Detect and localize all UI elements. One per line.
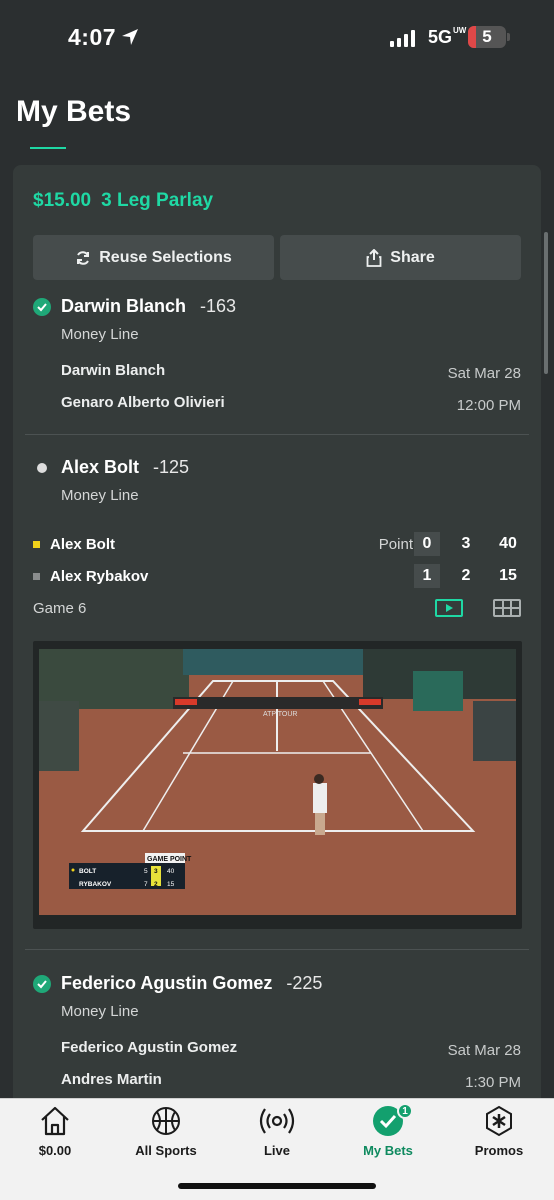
score-label: Point — [378, 535, 413, 553]
check-circle-icon — [33, 974, 51, 993]
divider — [25, 949, 529, 950]
battery-icon: 5 — [468, 26, 506, 48]
home-icon — [41, 1106, 69, 1136]
home-indicator[interactable] — [178, 1183, 376, 1189]
scrollbar[interactable] — [544, 232, 548, 374]
leg-player-2: Genaro Alberto Olivieri — [61, 394, 225, 411]
leg-market: Money Line — [61, 487, 139, 504]
player-marker-icon — [33, 572, 40, 580]
tab-promos[interactable]: Promos — [444, 1105, 554, 1158]
video-row-name: BOLT — [79, 868, 96, 875]
status-bar: 4:07 5GUW 5 — [0, 0, 554, 75]
tab-all-sports[interactable]: All Sports — [111, 1105, 221, 1158]
leg-market: Money Line — [61, 326, 139, 343]
leg-header: Federico Agustin Gomez -225 — [33, 973, 322, 994]
title-underline — [30, 147, 66, 149]
star-badge-icon — [486, 1105, 512, 1137]
leg-date: Sat Mar 28 — [447, 1042, 521, 1059]
signal-icon — [390, 29, 415, 47]
score-sets: 1 — [414, 564, 440, 588]
tab-label: Promos — [474, 1143, 524, 1158]
video-toggle-button[interactable] — [435, 599, 463, 617]
video-row-game: 2 — [154, 881, 158, 888]
leg-date: Sat Mar 28 — [447, 365, 521, 382]
leg-player-1: Darwin Blanch — [61, 362, 166, 379]
leg-odds: -163 — [200, 296, 237, 316]
bet-summary: $15.00 3 Leg Parlay — [33, 190, 223, 212]
video-row-name: RYBAKOV — [79, 881, 112, 888]
status-time: 4:07 — [68, 24, 117, 50]
leg-market: Money Line — [61, 1003, 139, 1020]
tab-my-bets[interactable]: 1 My Bets — [333, 1103, 443, 1158]
tab-label: $0.00 — [38, 1143, 72, 1158]
reuse-label: Reuse Selections — [99, 248, 232, 266]
tab-live[interactable]: Live — [222, 1105, 332, 1158]
serve-marker-icon — [33, 540, 40, 548]
leg-player-1: Federico Agustin Gomez — [61, 1039, 238, 1056]
scoreboard-row: Alex Rybakov 1 2 15 — [33, 564, 521, 588]
broadcast-icon — [259, 1108, 295, 1134]
notification-badge: 1 — [397, 1103, 413, 1119]
score-games: 3 — [461, 535, 471, 552]
tab-account[interactable]: $0.00 — [0, 1105, 110, 1158]
leg-header: Alex Bolt -125 — [33, 457, 189, 478]
leg-selection: Darwin Blanch — [61, 296, 187, 316]
score-points: 40 — [499, 535, 517, 552]
location-arrow-icon — [122, 29, 138, 45]
leg-selection: Alex Bolt — [61, 457, 140, 477]
video-row-game: 3 — [154, 868, 158, 875]
court-view-button[interactable] — [493, 599, 521, 617]
bet-stake: $15.00 — [33, 190, 92, 211]
share-label: Share — [390, 248, 435, 266]
leg-time: 1:30 PM — [465, 1074, 521, 1091]
page-title: My Bets — [16, 95, 132, 128]
tab-label: All Sports — [135, 1143, 197, 1158]
leg-header: Darwin Blanch -163 — [33, 296, 236, 317]
live-video-stream[interactable]: ATP TOUR GAME POINT BOLT RYBAKOV 5 7 3 2… — [33, 641, 522, 929]
video-row-point: 15 — [167, 881, 175, 888]
reuse-selections-button[interactable]: Reuse Selections — [33, 235, 274, 280]
share-button[interactable]: Share — [280, 235, 521, 280]
scoreboard-player: Alex Bolt — [50, 535, 116, 553]
leg-time: 12:00 PM — [456, 397, 521, 414]
refresh-icon — [77, 250, 90, 265]
leg-odds: -125 — [153, 457, 190, 477]
leg-odds: -225 — [286, 973, 323, 993]
game-label: Game 6 — [33, 600, 87, 617]
bet-card: $15.00 3 Leg Parlay Reuse Selections Shar… — [13, 165, 541, 1125]
bet-type: 3 Leg Parlay — [101, 190, 214, 211]
score-points: 15 — [499, 567, 517, 584]
video-banner-label: GAME POINT — [147, 856, 192, 863]
leg-player-2: Andres Martin — [61, 1071, 162, 1088]
score-sets: 0 — [414, 532, 440, 556]
scoreboard-player: Alex Rybakov — [50, 567, 149, 585]
check-circle-icon — [33, 297, 51, 316]
video-row-set: 7 — [144, 881, 148, 888]
share-icon — [366, 248, 382, 267]
video-row-point: 40 — [167, 868, 175, 875]
tab-label: My Bets — [363, 1143, 413, 1158]
divider — [25, 434, 529, 435]
score-games: 2 — [461, 567, 471, 584]
video-row-set: 5 — [144, 868, 148, 875]
leg-selection: Federico Agustin Gomez — [61, 973, 273, 993]
network-label: 5GUW — [428, 26, 467, 48]
live-dot-icon — [37, 462, 47, 473]
tab-label: Live — [263, 1143, 290, 1158]
basketball-icon — [152, 1107, 180, 1135]
play-icon — [446, 604, 453, 612]
scoreboard-row: Alex Bolt Point 0 3 40 — [33, 532, 521, 556]
tennis-court-image: ATP TOUR GAME POINT BOLT RYBAKOV 5 7 3 2… — [39, 649, 516, 915]
court-text: ATP TOUR — [263, 711, 298, 718]
